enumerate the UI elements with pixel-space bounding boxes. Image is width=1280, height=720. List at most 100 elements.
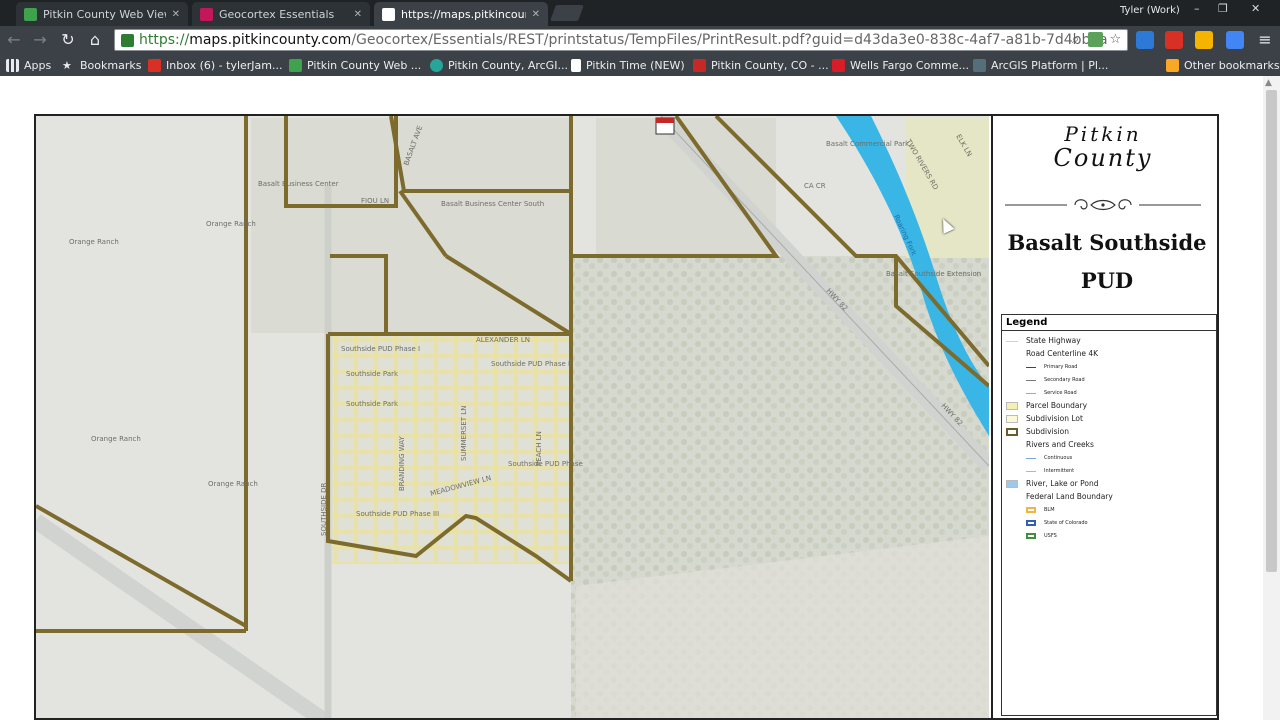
- bookmark-label: Apps: [24, 59, 52, 72]
- chrome-menu-button[interactable]: ≡: [1255, 30, 1275, 50]
- logo-line-1: Pitkin: [1064, 122, 1142, 146]
- bookmark-label: Inbox (6) - tylerJam...: [166, 59, 283, 72]
- bookmarks-bar: Apps ★ Bookmarks Inbox (6) - tylerJam...…: [0, 56, 1280, 76]
- legend-swatch-icon: [1026, 470, 1036, 472]
- tablet-icon[interactable]: [1136, 31, 1154, 49]
- map-label: Orange Ranch: [69, 238, 119, 246]
- legend-item-label: Secondary Road: [1044, 376, 1085, 383]
- bookmark-label: Pitkin County, CO - ...: [711, 59, 829, 72]
- bookmark-label: Pitkin Time (NEW): [586, 59, 685, 72]
- bookmark-wells-fargo[interactable]: Wells Fargo Comme...: [832, 59, 969, 72]
- logo-line-2: County: [1053, 144, 1153, 172]
- apps-icon: [6, 59, 19, 72]
- legend-item-label: Parcel Boundary: [1026, 401, 1088, 410]
- home-button[interactable]: ⌂: [85, 30, 105, 50]
- bookmark-arcgis-platform[interactable]: ArcGIS Platform | Pl...: [973, 59, 1108, 72]
- search-icon[interactable]: ⌕: [1068, 32, 1083, 47]
- map-label: Orange Ranch: [91, 435, 141, 443]
- legend-item-label: State of Colorado: [1044, 519, 1088, 526]
- bookmark-other[interactable]: Other bookmarks: [1166, 59, 1280, 72]
- map-label: SOUTHSIDE DR: [320, 482, 328, 536]
- legend-swatch-icon: [1026, 519, 1036, 526]
- tab-close-icon[interactable]: ✕: [354, 9, 362, 20]
- globe-icon: [430, 59, 443, 72]
- map-label: Southside PUD Phase II: [491, 360, 572, 368]
- geocortex-favicon-icon: [200, 7, 213, 21]
- map-label: BRANDING WAY: [398, 435, 406, 491]
- scrollbar-thumb[interactable]: [1266, 90, 1277, 572]
- bookmark-pitkin-co[interactable]: Pitkin County, CO - ...: [693, 59, 829, 72]
- legend-item-label: State Highway: [1026, 336, 1081, 345]
- map-label: Orange Ranch: [206, 220, 256, 228]
- back-button[interactable]: ←: [4, 30, 24, 50]
- scroll-up-icon[interactable]: ▲: [1265, 78, 1272, 88]
- tab-pitkin-web-viewer[interactable]: Pitkin County Web Viewer ✕: [16, 2, 188, 26]
- map-label: Southside Park: [346, 400, 399, 408]
- cast-icon[interactable]: [1226, 31, 1244, 49]
- bookmark-pitkin-arcgis[interactable]: Pitkin County, ArcGI...: [430, 59, 568, 72]
- bookmark-apps[interactable]: Apps: [6, 59, 51, 72]
- legend-item-label: Rivers and Creeks: [1026, 440, 1094, 449]
- map-label: Basalt Commercial Park: [826, 140, 910, 148]
- bookmark-label: Wells Fargo Comme...: [850, 59, 970, 72]
- browser-toolbar: ← → ↻ ⌂ https:// maps.pitkincounty.com /…: [0, 26, 1280, 56]
- new-tab-button[interactable]: [550, 5, 584, 21]
- bookmark-bookmarks[interactable]: ★ Bookmarks: [62, 59, 141, 72]
- legend-item-label: Intermittent: [1044, 467, 1075, 474]
- address-bar[interactable]: https:// maps.pitkincounty.com /Geocorte…: [114, 29, 1128, 51]
- viewer-favicon-icon: [24, 7, 37, 21]
- bookmark-label: Other bookmarks: [1184, 59, 1280, 72]
- page-icon: [571, 59, 581, 72]
- legend-item: Intermittent: [1006, 464, 1212, 477]
- legend-swatch-icon: [1026, 532, 1036, 539]
- map-label: Southside Park: [346, 370, 399, 378]
- legend-swatch-icon: [1006, 441, 1018, 449]
- omnibox-actions: ⌕ ☆: [1068, 32, 1123, 47]
- folder-icon: [1166, 59, 1179, 72]
- legend-swatch-icon: [1026, 366, 1036, 368]
- bookmark-pitkin-web[interactable]: Pitkin County Web ...: [289, 59, 421, 72]
- map-label: Southside PUD Phase: [508, 460, 583, 468]
- legend-swatch-icon: [1006, 427, 1018, 436]
- legend-swatch-icon: [1026, 379, 1036, 381]
- legend-item-label: Federal Land Boundary: [1026, 492, 1113, 501]
- tab-close-icon[interactable]: ✕: [172, 9, 180, 20]
- tab-geocortex-essentials[interactable]: Geocortex Essentials ✕: [192, 2, 370, 26]
- gmail-dnd-icon[interactable]: [1165, 31, 1183, 49]
- extension-action-icon[interactable]: [1088, 32, 1103, 47]
- legend-swatch-icon: [1026, 506, 1036, 513]
- bookmark-pitkin-time[interactable]: Pitkin Time (NEW): [571, 59, 685, 72]
- county-icon: [693, 59, 706, 72]
- legend-title: Legend: [1002, 315, 1216, 331]
- tab-title: Pitkin County Web Viewer: [43, 7, 166, 21]
- profile-name[interactable]: Tyler (Work): [1120, 5, 1180, 16]
- legend-item: Subdivision: [1006, 425, 1212, 438]
- legend-item: State Highway: [1006, 334, 1212, 347]
- bookmark-inbox[interactable]: Inbox (6) - tylerJam...: [148, 59, 283, 72]
- drive-icon[interactable]: [1195, 31, 1213, 49]
- url-scheme: https://: [139, 32, 190, 48]
- legend-item-label: Service Road: [1044, 389, 1077, 396]
- tab-title: https://maps.pitkincounty: [401, 7, 526, 21]
- legend-swatch-icon: [1006, 493, 1018, 501]
- reload-button[interactable]: ↻: [58, 30, 78, 50]
- restore-icon[interactable]: ❐: [1218, 2, 1228, 15]
- forward-button[interactable]: →: [30, 30, 50, 50]
- legend-item-label: River, Lake or Pond: [1026, 479, 1099, 488]
- title-line-1: Basalt Southside: [1007, 230, 1207, 255]
- bookmark-label: Pitkin County Web ...: [307, 59, 422, 72]
- bookmark-star-icon[interactable]: ☆: [1108, 32, 1123, 47]
- legend-item-label: BLM: [1044, 506, 1055, 513]
- viewer-icon: [289, 59, 302, 72]
- legend-item: Road Centerline 4K: [1006, 347, 1212, 360]
- map-label: Southside PUD Phase III: [356, 510, 439, 518]
- legend-item: Primary Road: [1006, 360, 1212, 373]
- secure-lock-icon[interactable]: [121, 33, 134, 47]
- legend-item-label: Continuous: [1044, 454, 1073, 461]
- legend-item-label: USFS: [1044, 532, 1057, 539]
- minimize-icon[interactable]: –: [1194, 2, 1200, 15]
- tab-print-result-pdf[interactable]: https://maps.pitkincounty ✕: [374, 2, 548, 26]
- tab-close-icon[interactable]: ✕: [532, 9, 540, 20]
- legend-item: Subdivision Lot: [1006, 412, 1212, 425]
- close-window-icon[interactable]: ✕: [1251, 2, 1260, 15]
